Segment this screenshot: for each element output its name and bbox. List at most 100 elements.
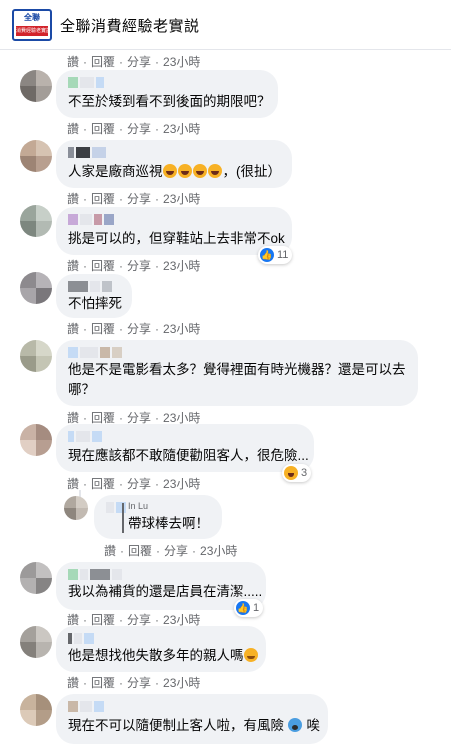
reaction-count[interactable]: 👍 1 <box>234 599 264 617</box>
comment-text: 人家是廠商巡視 ，(很扯） <box>68 164 281 179</box>
commenter-avatar[interactable] <box>20 205 52 237</box>
commenter-avatar[interactable] <box>20 272 52 304</box>
commenter-avatar[interactable] <box>20 140 52 172</box>
comment-timestamp[interactable]: 23小時 <box>163 122 200 136</box>
comment-text: 現在應該都不敢隨便勸阻客人，很危險... <box>68 448 309 463</box>
comment-actions: 讚 · 回覆 · 分享 · 23小時 <box>67 259 201 273</box>
comment-actions: 讚 · 回覆 · 分享 · 23小時 <box>67 322 201 336</box>
commenter-avatar[interactable] <box>20 340 52 372</box>
share-action[interactable]: 分享 <box>127 55 151 69</box>
reaction-count[interactable]: 👍 11 <box>258 246 293 264</box>
comment-bubble: 現在不可以隨便制止客人啦，有風險 唉 <box>56 694 328 744</box>
commenter-name-blurred[interactable] <box>68 214 114 225</box>
comment-bubble: 不怕摔死 <box>56 274 132 318</box>
commenter-name-blurred[interactable] <box>68 569 122 580</box>
comment-actions: 讚 · 回覆 · 分享 · 23小時 <box>67 122 201 136</box>
quote-bar <box>122 503 124 533</box>
reply-action[interactable]: 回覆 <box>91 613 115 627</box>
reply-avatar[interactable] <box>64 496 88 520</box>
comment-bubble: 挑是可以的，但穿鞋站上去非常不ok <box>56 207 292 255</box>
comment-timestamp[interactable]: 23小時 <box>163 613 200 627</box>
like-action[interactable]: 讚 <box>67 676 79 690</box>
reply-action[interactable]: 回覆 <box>91 259 115 273</box>
like-reaction-icon: 👍 <box>260 248 274 262</box>
comment-timestamp[interactable]: 23小時 <box>163 259 200 273</box>
group-logo-subtitle: 消費經驗老實説 <box>16 26 48 36</box>
comment-text: 挑是可以的，但穿鞋站上去非常不ok <box>68 231 285 246</box>
reply-action[interactable]: 回覆 <box>91 477 115 491</box>
comment-bubble: 他是不是電影看太多？覺得裡面有時光機器？還是可以去哪？ <box>56 340 418 406</box>
comment-bubble: 人家是廠商巡視 ，(很扯） <box>56 140 292 188</box>
comment-text: 他是想找他失散多年的親人嗎 <box>68 646 259 666</box>
rofl-emoji-icon <box>177 164 192 178</box>
reply-action[interactable]: 回覆 <box>91 322 115 336</box>
like-action[interactable]: 讚 <box>67 613 79 627</box>
like-action[interactable]: 讚 <box>67 122 79 136</box>
like-action[interactable]: 讚 <box>67 259 79 273</box>
comment-text: 不怕摔死 <box>68 296 122 311</box>
share-action[interactable]: 分享 <box>127 411 151 425</box>
smile-emoji-icon <box>243 648 258 662</box>
like-action[interactable]: 讚 <box>67 322 79 336</box>
comment-actions: 讚 · 回覆 · 分享 · 23小時 <box>67 192 201 206</box>
comment-text: 不至於矮到看不到後面的期限吧？ <box>68 94 271 109</box>
share-action[interactable]: 分享 <box>127 122 151 136</box>
comment-text: 現在不可以隨便制止客人啦，有風險 唉 <box>68 718 321 733</box>
comment-actions: 讚 · 回覆 · 分享 · 23小時 <box>67 676 201 690</box>
group-logo-title: 全聯 <box>24 13 40 22</box>
like-action[interactable]: 讚 <box>67 192 79 206</box>
commenter-avatar[interactable] <box>20 694 52 726</box>
comment-bubble: 他是想找他失散多年的親人嗎 <box>56 626 266 672</box>
share-action[interactable]: 分享 <box>127 676 151 690</box>
commenter-avatar[interactable] <box>20 70 52 102</box>
commenter-name-blurred[interactable] <box>68 431 102 442</box>
reply-actions: 讚 · 回覆 · 分享 · 23小時 <box>104 544 238 558</box>
group-logo[interactable]: 全聯 消費經驗老實説 <box>12 9 52 41</box>
reaction-count[interactable]: 3 <box>282 464 312 482</box>
reply-action[interactable]: 回覆 <box>91 676 115 690</box>
like-action[interactable]: 讚 <box>104 544 116 558</box>
commenter-name-blurred[interactable] <box>68 77 104 88</box>
comment-text: 他是不是電影看太多？覺得裡面有時光機器？還是可以去哪？ <box>68 362 406 397</box>
commenter-name-blurred[interactable] <box>68 281 112 292</box>
reply-action[interactable]: 回覆 <box>91 55 115 69</box>
commenter-name-blurred[interactable] <box>68 147 106 158</box>
commenter-name-blurred[interactable] <box>68 701 104 712</box>
commenter-avatar[interactable] <box>20 424 52 456</box>
reply-action[interactable]: 回覆 <box>91 192 115 206</box>
group-header: 全聯 消費經驗老實説 全聯消費經驗老實説 <box>0 0 451 50</box>
reply-action[interactable]: 回覆 <box>128 544 152 558</box>
commenter-name-blurred[interactable] <box>68 633 94 644</box>
comment-timestamp[interactable]: 23小時 <box>163 676 200 690</box>
reply-action[interactable]: 回覆 <box>91 122 115 136</box>
reply-action[interactable]: 回覆 <box>91 411 115 425</box>
comment-timestamp[interactable]: 23小時 <box>163 192 200 206</box>
comment-timestamp[interactable]: 23小時 <box>163 477 200 491</box>
commenter-name-blurred[interactable] <box>68 347 122 358</box>
comment-timestamp[interactable]: 23小時 <box>200 544 237 558</box>
comment-bubble: 不至於矮到看不到後面的期限吧？ <box>56 70 278 118</box>
like-reaction-icon: 👍 <box>236 601 250 615</box>
like-action[interactable]: 讚 <box>67 55 79 69</box>
reply-bubble: In Lu 帶球棒去啊！ <box>94 495 222 539</box>
group-title[interactable]: 全聯消費經驗老實説 <box>60 15 200 36</box>
comment-timestamp[interactable]: 23小時 <box>163 411 200 425</box>
share-action[interactable]: 分享 <box>127 477 151 491</box>
comment-timestamp[interactable]: 23小時 <box>163 55 200 69</box>
like-action[interactable]: 讚 <box>67 411 79 425</box>
share-action[interactable]: 分享 <box>127 613 151 627</box>
comment-bubble: 現在應該都不敢隨便勸阻客人，很危險... <box>56 424 314 472</box>
comment-actions: 讚 · 回覆 · 分享 · 23小時 <box>67 477 201 491</box>
quoted-user-name: In Lu <box>128 501 149 511</box>
like-action[interactable]: 讚 <box>67 477 79 491</box>
commenter-avatar[interactable] <box>20 626 52 658</box>
comment-text: 我以為補貨的還是店員在清潔..... <box>68 584 263 599</box>
rofl-emoji-icon <box>207 164 222 178</box>
rofl-emoji-icon <box>192 164 207 178</box>
share-action[interactable]: 分享 <box>164 544 188 558</box>
comment-timestamp[interactable]: 23小時 <box>163 322 200 336</box>
share-action[interactable]: 分享 <box>127 192 151 206</box>
share-action[interactable]: 分享 <box>127 322 151 336</box>
commenter-avatar[interactable] <box>20 562 52 594</box>
share-action[interactable]: 分享 <box>127 259 151 273</box>
